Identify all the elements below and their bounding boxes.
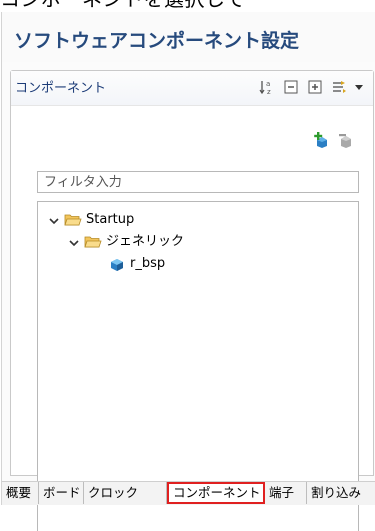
tree-node-label: r_bsp: [130, 256, 166, 271]
tab-pins[interactable]: 端子: [265, 482, 307, 504]
open-folder-icon: [64, 212, 82, 228]
panel-toolbar: az: [259, 79, 369, 97]
dropdown-arrow-icon[interactable]: [351, 79, 367, 95]
tab-board[interactable]: ボード: [39, 482, 84, 504]
sort-alpha-icon[interactable]: az: [259, 79, 275, 95]
software-component-editor: ソフトウェアコンポーネント設定 コンポーネント az フィルタ入力 Startu…: [1, 12, 375, 531]
cropped-caption: コンポーネントを選択して: [0, 0, 375, 12]
tab-interrupts[interactable]: 割り込み: [307, 482, 375, 504]
tab-components[interactable]: コンポーネント: [167, 482, 265, 504]
view-menu-icon[interactable]: [331, 79, 347, 95]
add-component-icon[interactable]: [313, 131, 331, 149]
component-cube-icon: [108, 256, 126, 272]
open-folder-icon: [84, 234, 102, 250]
chevron-down-icon[interactable]: [48, 214, 60, 226]
chevron-down-icon[interactable]: [68, 236, 80, 248]
editor-title: ソフトウェアコンポーネント設定: [14, 30, 300, 52]
collapse-all-icon[interactable]: [283, 79, 299, 95]
panel-header: コンポーネント az: [11, 71, 373, 106]
svg-text:z: z: [267, 88, 271, 95]
components-panel: コンポーネント az フィルタ入力 Startup ジェネリック r_bsp: [10, 70, 374, 531]
filter-input[interactable]: [37, 171, 359, 193]
tab-overview[interactable]: 概要: [2, 482, 39, 504]
editor-title-bar: ソフトウェアコンポーネント設定: [2, 12, 375, 62]
remove-component-icon[interactable]: [337, 131, 355, 149]
panel-tab-components[interactable]: コンポーネント: [15, 77, 106, 96]
tab-clock[interactable]: クロック: [84, 482, 167, 504]
expand-all-icon[interactable]: [307, 79, 323, 95]
tree-node-label: ジェネリック: [106, 234, 185, 249]
editor-bottom-tabs: 概要 ボード クロック コンポーネント 端子 割り込み: [2, 481, 375, 505]
svg-text:a: a: [266, 80, 270, 88]
tree-node-label: Startup: [86, 212, 135, 227]
